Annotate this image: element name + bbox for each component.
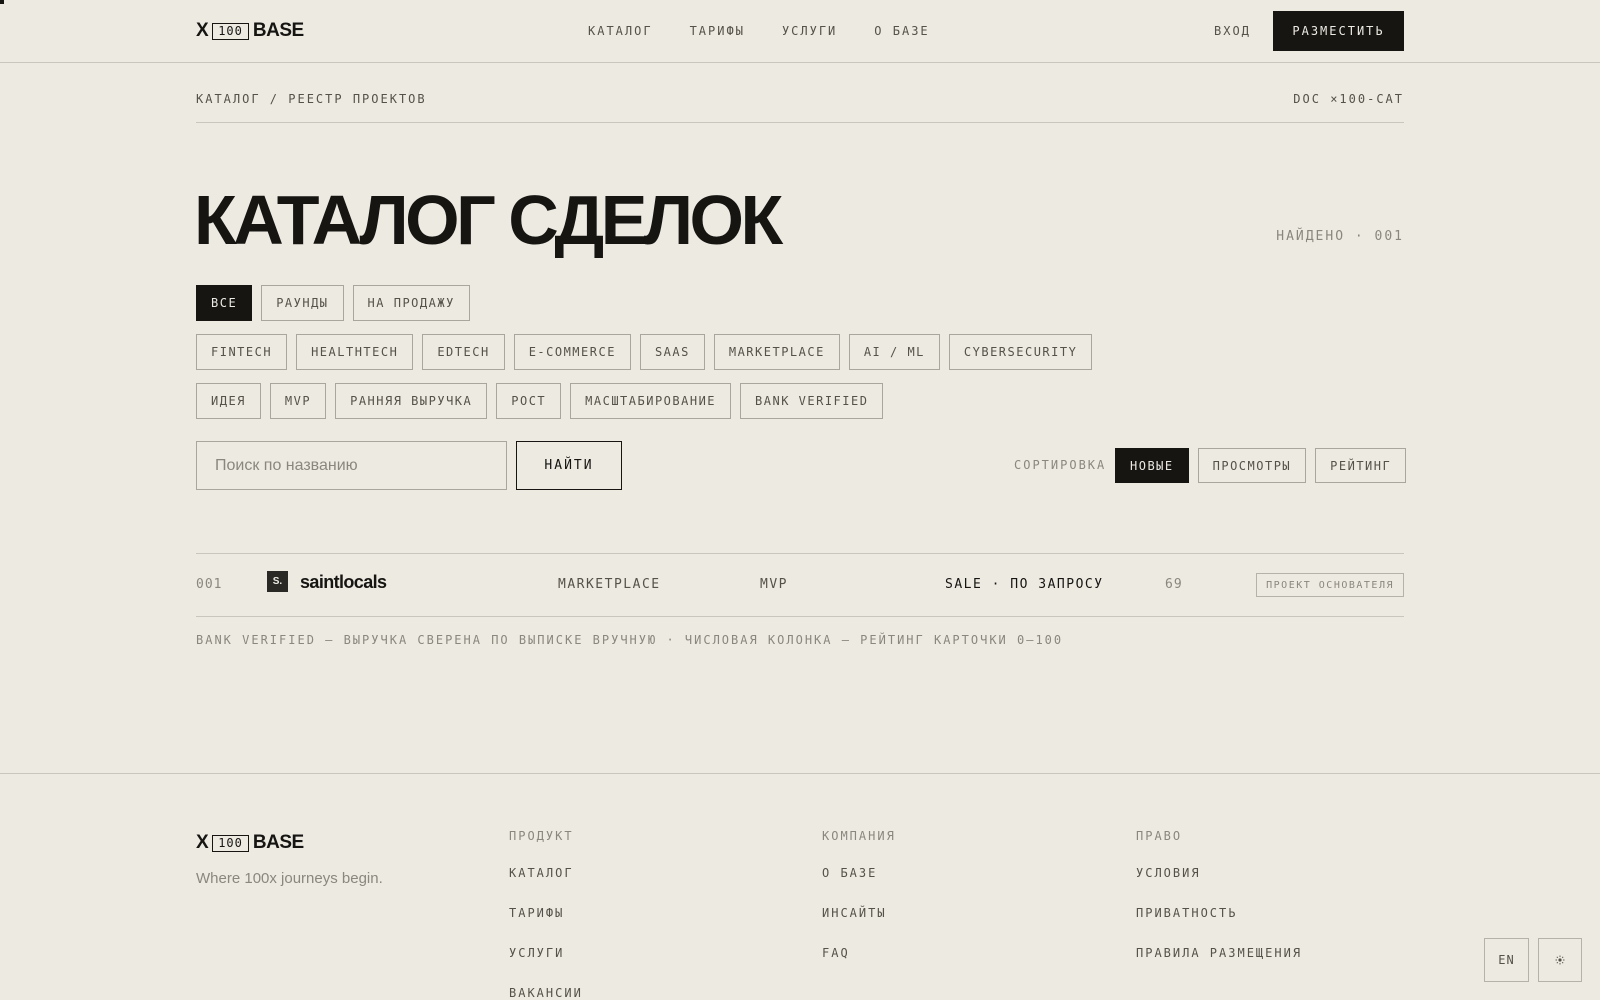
sort-options: НОВЫЕ ПРОСМОТРЫ РЕЙТИНГ — [1115, 448, 1407, 483]
filter-for-sale[interactable]: НА ПРОДАЖУ — [352, 285, 470, 321]
footer-link-catalog[interactable]: КАТАЛОГ — [509, 866, 583, 906]
search-input[interactable] — [196, 441, 507, 490]
type-filters: ВСЕ РАУНДЫ НА ПРОДАЖУ — [196, 285, 470, 321]
footer-column-company: КОМПАНИЯ О БАЗЕ ИНСАЙТЫ FAQ — [822, 829, 896, 986]
founder-badge: ПРОЕКТ ОСНОВАТЕЛЯ — [1256, 573, 1404, 597]
filter-fintech[interactable]: FINTECH — [196, 334, 288, 370]
filter-cybersecurity[interactable]: CYBERSECURITY — [948, 334, 1093, 370]
main-nav: КАТАЛОГ ТАРИФЫ УСЛУГИ О БАЗЕ — [588, 24, 930, 38]
divider — [196, 122, 1404, 123]
filter-edtech[interactable]: EDTECH — [422, 334, 505, 370]
filter-ecommerce[interactable]: E-COMMERCE — [513, 334, 631, 370]
logo-base: BASE — [252, 20, 304, 41]
divider — [196, 553, 1404, 554]
footer-link-privacy[interactable]: ПРИВАТНОСТЬ — [1136, 906, 1302, 946]
footer-divider — [0, 773, 1600, 774]
footer-link-services[interactable]: УСЛУГИ — [509, 946, 583, 986]
filter-mvp[interactable]: MVP — [269, 383, 327, 419]
place-button[interactable]: РАЗМЕСТИТЬ — [1273, 11, 1404, 51]
logo-x: X — [196, 20, 209, 41]
login-link[interactable]: ВХОД — [1214, 24, 1251, 38]
footer-heading: ПРАВО — [1136, 829, 1183, 843]
sort-views[interactable]: ПРОСМОТРЫ — [1197, 448, 1307, 483]
project-category: MARKETPLACE — [558, 577, 661, 592]
logo-x: X — [196, 832, 209, 853]
footer-link-insights[interactable]: ИНСАЙТЫ — [822, 906, 896, 946]
nav-catalog[interactable]: КАТАЛОГ — [588, 24, 653, 38]
footer-tagline: Where 100x journeys begin. — [196, 870, 383, 887]
footer-link-terms[interactable]: УСЛОВИЯ — [1136, 866, 1302, 906]
filter-scaling[interactable]: МАСШТАБИРОВАНИЕ — [570, 383, 732, 419]
footer-link-vacancies[interactable]: ВАКАНСИИ — [509, 986, 583, 1000]
footer-link-about[interactable]: О БАЗЕ — [822, 866, 896, 906]
filter-all[interactable]: ВСЕ — [196, 285, 253, 321]
sun-icon — [1555, 955, 1565, 965]
footer-column-legal: ПРАВО УСЛОВИЯ ПРИВАТНОСТЬ ПРАВИЛА РАЗМЕЩ… — [1136, 829, 1302, 986]
site-header: X 100 BASE КАТАЛОГ ТАРИФЫ УСЛУГИ О БАЗЕ … — [0, 0, 1600, 63]
theme-toggle-button[interactable] — [1538, 938, 1582, 982]
project-deal: SALE · ПО ЗАПРОСУ — [945, 577, 1104, 592]
logo-box: 100 — [212, 834, 249, 852]
search-button[interactable]: НАЙТИ — [516, 441, 622, 490]
row-number: 001 — [196, 577, 223, 592]
sort-newest[interactable]: НОВЫЕ — [1115, 448, 1189, 483]
divider — [196, 616, 1404, 617]
filter-growth[interactable]: РОСТ — [496, 383, 562, 419]
logo-base: BASE — [252, 832, 304, 853]
footer-link-tariffs[interactable]: ТАРИФЫ — [509, 906, 583, 946]
language-button[interactable]: EN — [1484, 938, 1529, 982]
project-name[interactable]: saintlocals — [300, 572, 387, 593]
breadcrumb: КАТАЛОГ / РЕЕСТР ПРОЕКТОВ — [196, 92, 427, 106]
footer-heading: ПРОДУКТ — [509, 829, 574, 843]
stage-filters: ИДЕЯ MVP РАННЯЯ ВЫРУЧКА РОСТ МАСШТАБИРОВ… — [196, 383, 884, 419]
filter-bank-verified[interactable]: BANK VERIFIED — [740, 383, 884, 419]
footer-link-faq[interactable]: FAQ — [822, 946, 896, 986]
footer-logo[interactable]: X 100 BASE — [196, 832, 304, 854]
filter-rounds[interactable]: РАУНДЫ — [261, 285, 344, 321]
nav-about[interactable]: О БАЗЕ — [874, 24, 929, 38]
project-stage: MVP — [760, 577, 788, 592]
footnote: BANK VERIFIED — ВЫРУЧКА СВЕРЕНА ПО ВЫПИС… — [196, 633, 1064, 647]
sort-rating[interactable]: РЕЙТИНГ — [1315, 448, 1407, 483]
industry-filters: FINTECH HEALTHTECH EDTECH E-COMMERCE SAA… — [196, 334, 1093, 370]
filter-marketplace[interactable]: MARKETPLACE — [713, 334, 840, 370]
filter-healthtech[interactable]: HEALTHTECH — [296, 334, 414, 370]
logo-box: 100 — [212, 22, 249, 40]
logo[interactable]: X 100 BASE — [196, 20, 304, 42]
sort-label: СОРТИРОВКА — [1014, 458, 1107, 472]
project-logo: S. — [267, 571, 288, 592]
filter-saas[interactable]: SAAS — [639, 334, 705, 370]
nav-tariffs[interactable]: ТАРИФЫ — [690, 24, 745, 38]
found-count: НАЙДЕНО · 001 — [1276, 229, 1404, 244]
nav-services[interactable]: УСЛУГИ — [782, 24, 837, 38]
footer-column-product: ПРОДУКТ КАТАЛОГ ТАРИФЫ УСЛУГИ ВАКАНСИИ — [509, 829, 583, 1000]
footer-heading: КОМПАНИЯ — [822, 829, 896, 843]
filter-ai-ml[interactable]: AI / ML — [848, 334, 940, 370]
filter-idea[interactable]: ИДЕЯ — [196, 383, 261, 419]
project-score: 69 — [1165, 577, 1183, 592]
doc-code: DOC ×100-CAT — [1293, 92, 1404, 106]
footer-link-listing-rules[interactable]: ПРАВИЛА РАЗМЕЩЕНИЯ — [1136, 946, 1302, 986]
filter-early-revenue[interactable]: РАННЯЯ ВЫРУЧКА — [335, 383, 488, 419]
page-title: КАТАЛОГ СДЕЛОК — [194, 181, 783, 259]
